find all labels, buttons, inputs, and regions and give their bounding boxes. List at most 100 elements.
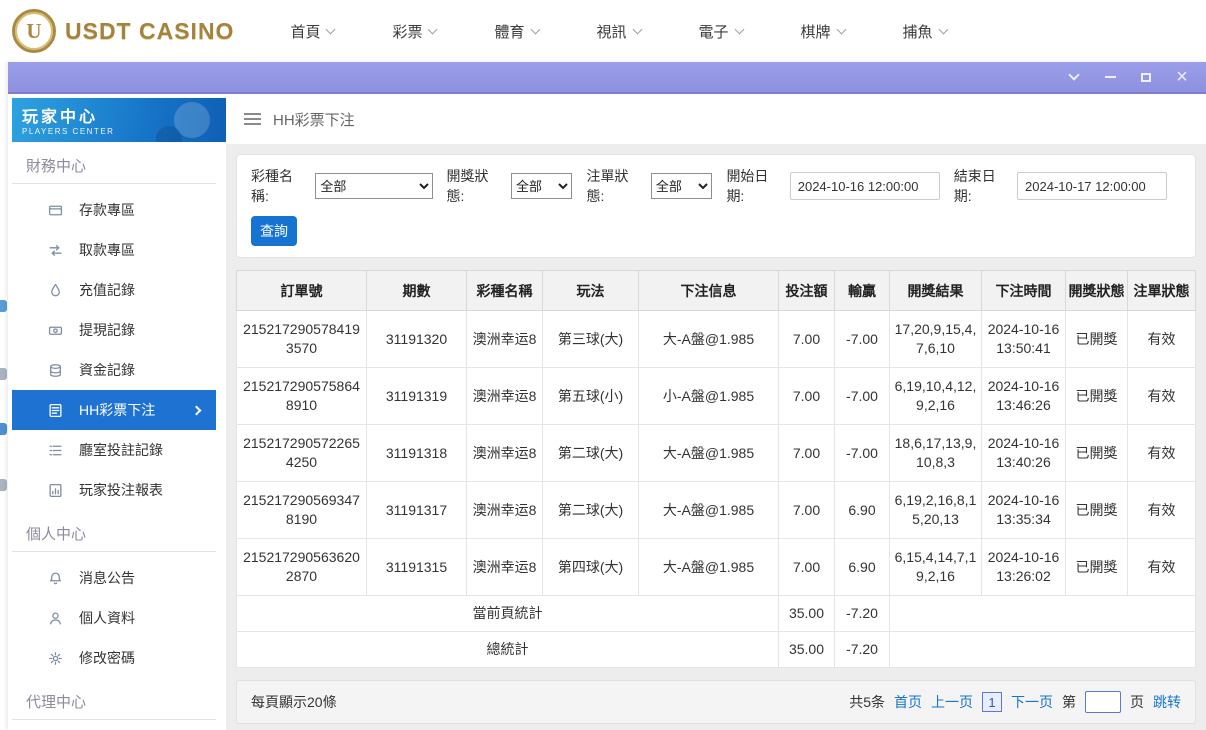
sidebar-item-withdraw-zone[interactable]: 取款專區 <box>12 230 216 270</box>
summary-bet-total: 35.00 <box>778 631 835 668</box>
column-header: 下注時間 <box>981 270 1066 311</box>
cell-draw_status: 已開獎 <box>1065 481 1128 539</box>
end-date-label: 結束日期: <box>953 168 996 204</box>
sidebar-item-hh-lottery-bets[interactable]: HH彩票下注 <box>12 390 216 430</box>
chevron-down-icon <box>938 24 949 35</box>
nav-item-home[interactable]: 首頁 <box>290 21 336 42</box>
summary-empty <box>889 631 1196 668</box>
gear-icon <box>48 651 63 666</box>
nav-item-lottery[interactable]: 彩票 <box>392 21 438 42</box>
exchange-icon <box>48 243 63 258</box>
sidebar-item-announcements[interactable]: 消息公告 <box>12 558 216 598</box>
cell-bet_info: 大-A盤@1.985 <box>638 538 779 596</box>
chevron-down-icon <box>530 24 540 35</box>
nav-item-label: 彩票 <box>392 23 423 41</box>
sidebar-item-label: 充值記錄 <box>79 282 135 298</box>
sidebar-item-label: 提現記錄 <box>79 322 135 338</box>
next-page-link[interactable]: 下一页 <box>1011 692 1053 712</box>
logo[interactable]: U USDT CASINO <box>0 9 234 53</box>
cell-bet_info: 大-A盤@1.985 <box>638 310 779 368</box>
cell-result: 6,19,2,16,8,15,20,13 <box>889 481 982 539</box>
cell-order_status: 有效 <box>1127 424 1196 482</box>
start-date-label: 開始日期: <box>726 168 769 204</box>
sidebar-item-change-password[interactable]: 修改密碼 <box>12 638 216 678</box>
draw-status-filter-label: 開獎狀態: <box>446 168 489 204</box>
summary-winloss-total: -7.20 <box>834 595 890 632</box>
logo-icon: U <box>12 9 56 53</box>
sidebar-item-funds-record[interactable]: 資金記錄 <box>12 350 216 390</box>
page-header: HH彩票下注 <box>226 94 1206 144</box>
summary-winloss-total: -7.20 <box>834 631 890 668</box>
chevron-right-icon <box>191 405 202 415</box>
logo-text: USDT CASINO <box>65 17 235 44</box>
cell-time: 2024-10-16 13:35:34 <box>981 481 1066 539</box>
cell-time: 2024-10-16 13:46:26 <box>981 367 1066 425</box>
chevron-down-icon <box>428 24 438 35</box>
cell-winloss: -7.00 <box>834 424 890 482</box>
sidebar-item-deposit-zone[interactable]: 存款專區 <box>12 190 216 230</box>
sidebar-item-label: 修改密碼 <box>79 650 135 666</box>
sidebar-item-withdraw-record[interactable]: 提現記錄 <box>12 310 216 350</box>
window-minimize-icon[interactable] <box>1102 69 1118 85</box>
nav-item-label: 棋牌 <box>800 23 831 41</box>
column-header: 下注信息 <box>638 270 779 311</box>
cell-lottery: 澳洲幸运8 <box>466 481 543 539</box>
nav-item-sports[interactable]: 體育 <box>494 21 540 42</box>
list-icon <box>48 443 63 458</box>
first-page-link[interactable]: 首页 <box>894 692 922 712</box>
column-header: 訂單號 <box>236 270 367 311</box>
cell-play: 第二球(大) <box>542 424 639 482</box>
sidebar-header: 玩家中心 PLAYERS CENTER <box>12 98 226 142</box>
order-status-select[interactable]: 全部 <box>650 173 713 199</box>
chevron-down-icon <box>836 24 846 35</box>
jump-link[interactable]: 跳转 <box>1153 692 1181 712</box>
cell-bet_info: 小-A盤@1.985 <box>638 367 779 425</box>
page-jump-input[interactable] <box>1085 691 1121 713</box>
nav-item-board-games[interactable]: 棋牌 <box>800 21 846 42</box>
chevron-down-icon <box>326 24 336 35</box>
window-close-icon[interactable]: × <box>1174 67 1190 87</box>
nav-item-video[interactable]: 視訊 <box>597 21 642 42</box>
cell-play: 第三球(大) <box>542 310 639 368</box>
sidebar-item-label: 玩家投注報表 <box>79 482 163 498</box>
page-title: HH彩票下注 <box>273 111 355 129</box>
sidebar-item-hall-bet-record[interactable]: 廳室投註記錄 <box>12 430 216 470</box>
draw-status-select[interactable]: 全部 <box>510 173 573 199</box>
column-header: 開獎結果 <box>889 270 982 311</box>
sidebar-item-profile[interactable]: 個人資料 <box>12 598 216 638</box>
lottery-select[interactable]: 全部 <box>315 173 433 199</box>
cell-winloss: 6.90 <box>834 481 890 539</box>
cell-order: 2152172905722654250 <box>236 424 367 482</box>
sidebar-section-label: 代理中心 <box>12 678 216 720</box>
sidebar-item-player-bet-report[interactable]: 玩家投注報表 <box>12 470 216 510</box>
sidebar-item-label: 消息公告 <box>79 570 135 586</box>
nav-item-fishing[interactable]: 捕魚 <box>903 21 949 42</box>
prev-page-link[interactable]: 上一页 <box>931 692 973 712</box>
cell-lottery: 澳洲幸运8 <box>466 310 543 368</box>
window-collapse-icon[interactable] <box>1066 69 1082 85</box>
column-header: 期數 <box>366 270 467 311</box>
column-header: 輸贏 <box>834 270 890 311</box>
background-partial-icon <box>0 479 7 491</box>
droplet-icon <box>48 283 63 298</box>
window-body: 玩家中心 PLAYERS CENTER 財務中心 存款專區 取款專區 充值記錄 提現記錄… <box>8 94 1206 730</box>
player-center-window: × 玩家中心 PLAYERS CENTER 財務中心 存款專區 取款專區 充值記錄 提現… <box>8 62 1206 730</box>
cell-result: 18,6,17,13,9,10,8,3 <box>889 424 982 482</box>
order-status-filter-label: 注單狀態: <box>586 168 629 204</box>
table-row: 2152172905784193570 31191320 澳洲幸运8 第三球(大) 大-… <box>236 310 1196 368</box>
chevron-down-icon <box>734 24 744 35</box>
current-page-indicator[interactable]: 1 <box>982 692 1002 712</box>
nav-item-electronic[interactable]: 電子 <box>699 21 744 42</box>
coins-icon <box>48 363 63 378</box>
end-date-input[interactable] <box>1017 172 1168 200</box>
cell-bet_info: 大-A盤@1.985 <box>638 481 779 539</box>
report-icon <box>48 483 63 498</box>
column-header: 注單狀態 <box>1127 270 1196 311</box>
bell-icon <box>48 571 63 586</box>
sidebar-item-recharge-record[interactable]: 充值記錄 <box>12 270 216 310</box>
start-date-input[interactable] <box>789 172 940 200</box>
menu-toggle-icon[interactable] <box>244 118 261 120</box>
cell-lottery: 澳洲幸运8 <box>466 424 543 482</box>
search-button[interactable]: 查詢 <box>251 216 297 246</box>
window-maximize-icon[interactable] <box>1138 69 1154 85</box>
